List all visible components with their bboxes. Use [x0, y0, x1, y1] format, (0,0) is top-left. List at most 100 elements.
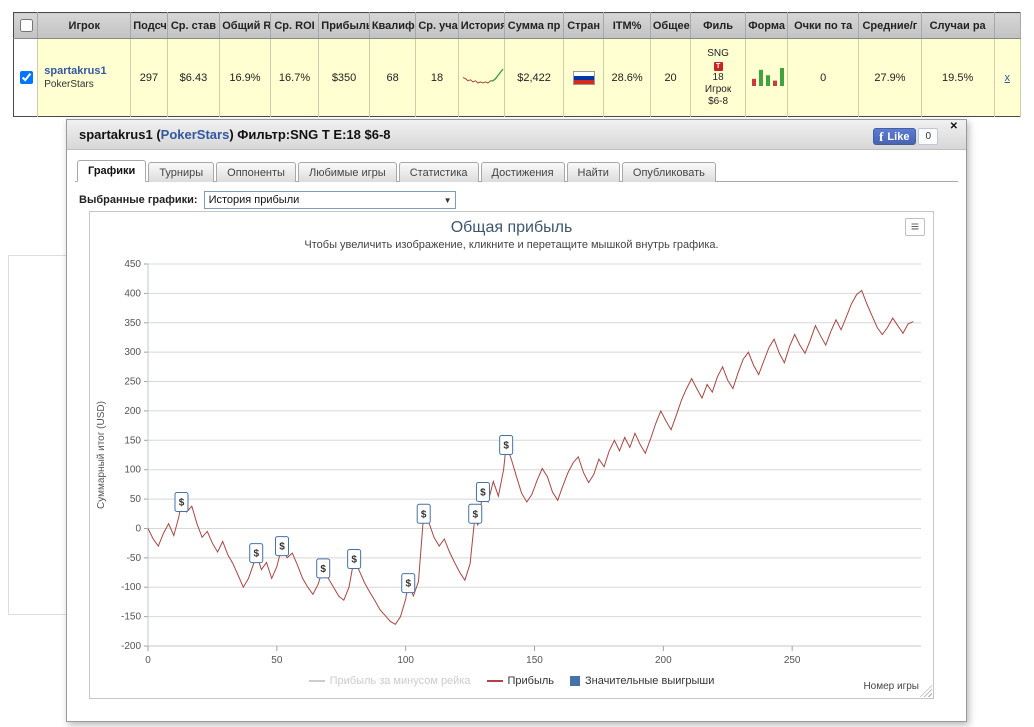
select-all-header — [13, 12, 39, 39]
tab-Достижения[interactable]: Достижения — [480, 162, 565, 182]
column-header-4[interactable]: Общий ROI — [219, 12, 271, 39]
significant-win-marker[interactable]: $ — [475, 482, 490, 503]
svg-text:-150: -150 — [121, 612, 141, 623]
cell-counted: 297 — [130, 38, 168, 117]
legend-label: Значительные выигрыши — [585, 675, 715, 687]
svg-text:$: $ — [279, 542, 285, 553]
significant-win-marker[interactable]: $ — [347, 549, 362, 570]
column-header-11[interactable]: Стран — [563, 12, 605, 39]
column-header-14[interactable]: Филь — [690, 12, 746, 39]
significant-win-marker[interactable]: $ — [274, 536, 289, 557]
significant-win-marker[interactable]: $ — [401, 573, 416, 594]
profit-chart-svg[interactable]: -200 -150 -100 -50 0 50 100 150 200 250 300 350 400 4… — [92, 258, 933, 678]
tab-Любимые игры[interactable]: Любимые игры — [297, 162, 397, 182]
cell-cases: 19.5% — [921, 38, 995, 117]
svg-text:$: $ — [351, 555, 357, 566]
background-panel — [8, 255, 66, 615]
facebook-icon: f — [879, 129, 884, 144]
player-row: spartakrus1 PokerStars 297 $6.43 16.9% 1… — [13, 38, 1022, 117]
significant-win-marker[interactable]: $ — [249, 543, 264, 564]
svg-text:250: 250 — [124, 377, 141, 388]
tab-Турниры[interactable]: Турниры — [148, 162, 215, 182]
svg-text:$: $ — [421, 509, 427, 520]
player-stats-popup: spartakrus1 (PokerStars) Фильтр:SNG Т Е:… — [66, 119, 967, 722]
select-all-checkbox[interactable] — [20, 19, 33, 32]
svg-text:200: 200 — [655, 655, 672, 666]
cell-total-count: 20 — [650, 38, 692, 117]
svg-text:350: 350 — [124, 318, 141, 329]
svg-text:$: $ — [472, 509, 478, 520]
svg-text:$: $ — [503, 441, 509, 452]
x-axis-title: Номер игры — [863, 681, 919, 692]
player-name-link[interactable]: spartakrus1 — [44, 65, 106, 77]
svg-text:150: 150 — [124, 435, 141, 446]
column-header-3[interactable]: Ср. став — [167, 12, 221, 39]
tab-Оппоненты[interactable]: Оппоненты — [216, 162, 296, 182]
player-select-checkbox[interactable] — [20, 71, 33, 84]
cell-avg-entrants: 18 — [415, 38, 459, 117]
svg-text:450: 450 — [124, 259, 141, 270]
legend-item-wins[interactable]: Значительные выигрыши — [570, 675, 714, 687]
column-header-5[interactable]: Ср. ROI — [270, 12, 320, 39]
svg-text:-200: -200 — [121, 641, 141, 652]
filter-line-1: SNG — [707, 47, 729, 59]
svg-text:250: 250 — [784, 655, 801, 666]
hamburger-menu-icon[interactable]: ≡ — [905, 218, 925, 236]
column-header-17[interactable]: Средние/г — [858, 12, 922, 39]
tab-Опубликовать[interactable]: Опубликовать — [621, 162, 716, 182]
tab-Статистика[interactable]: Статистика — [398, 162, 479, 182]
svg-text:100: 100 — [124, 465, 141, 476]
svg-text:50: 50 — [271, 655, 283, 666]
remove-column-header — [994, 12, 1022, 39]
players-table: ИгрокПодсчСр. ставОбщий ROIСр. ROIПрибыл… — [13, 12, 1022, 117]
selected-graph-value: История прибыли — [208, 194, 300, 206]
cell-profit: $350 — [318, 38, 370, 117]
close-icon[interactable]: ✕ — [950, 121, 958, 132]
column-header-10[interactable]: Сумма пр — [504, 12, 564, 39]
significant-win-marker[interactable]: $ — [416, 503, 431, 524]
graph-type-select[interactable]: История прибыли ▼ — [203, 191, 456, 209]
graph-select-label: Выбранные графики: — [79, 194, 198, 206]
column-header-12[interactable]: ITM% — [603, 12, 651, 39]
legend-item-rake[interactable]: Прибыль за минусом рейка — [308, 675, 471, 687]
significant-win-marker[interactable]: $ — [499, 435, 514, 456]
column-header-1[interactable]: Игрок — [37, 12, 132, 39]
significant-win-marker[interactable]: $ — [316, 558, 331, 579]
like-count: 0 — [918, 128, 938, 145]
column-header-8[interactable]: Ср. уча — [415, 12, 459, 39]
cell-remove: x — [994, 38, 1022, 117]
filter-line-3: Игрок — [704, 83, 732, 95]
column-header-15[interactable]: Форма — [745, 12, 789, 39]
svg-text:$: $ — [320, 564, 326, 575]
svg-text:$: $ — [179, 498, 185, 509]
significant-win-marker[interactable]: $ — [174, 492, 189, 513]
svg-text:150: 150 — [526, 655, 543, 666]
remove-player-link[interactable]: x — [1005, 72, 1011, 84]
chevron-down-icon: ▼ — [443, 195, 452, 205]
facebook-like-inner[interactable]: f Like — [873, 128, 917, 145]
column-header-13[interactable]: Общее — [650, 12, 692, 39]
column-header-7[interactable]: Квалиф — [369, 12, 417, 39]
legend-line-icon — [486, 680, 503, 682]
legend-square-icon — [570, 676, 581, 686]
column-header-18[interactable]: Случаи ра — [921, 12, 995, 39]
facebook-like-button[interactable]: f Like 0 — [873, 128, 938, 145]
player-site-label: PokerStars — [44, 79, 94, 90]
column-header-2[interactable]: Подсч — [130, 12, 168, 39]
legend-item-profit[interactable]: Прибыль — [486, 675, 554, 687]
significant-win-marker[interactable]: $ — [468, 503, 483, 524]
column-header-6[interactable]: Прибыль — [318, 12, 370, 39]
legend-label: Прибыль за минусом рейка — [329, 675, 471, 687]
svg-text:$: $ — [253, 549, 259, 560]
popup-header: spartakrus1 (PokerStars) Фильтр:SNG Т Е:… — [67, 120, 966, 150]
tab-Графики[interactable]: Графики — [77, 160, 147, 182]
svg-text:400: 400 — [124, 288, 141, 299]
column-header-16[interactable]: Очки по та — [787, 12, 860, 39]
cell-avg-roi: 16.7% — [270, 38, 320, 117]
svg-text:-100: -100 — [121, 582, 141, 593]
tabs-bar: Графики Турниры Оппоненты Любимые игры Стати… — [75, 160, 958, 182]
column-header-9[interactable]: История г — [458, 12, 506, 39]
chart-panel: Общая прибыль Чтобы увеличить изображени… — [89, 211, 934, 699]
pokerstars-link[interactable]: PokerStars — [161, 127, 230, 142]
tab-Найти[interactable]: Найти — [566, 162, 620, 182]
